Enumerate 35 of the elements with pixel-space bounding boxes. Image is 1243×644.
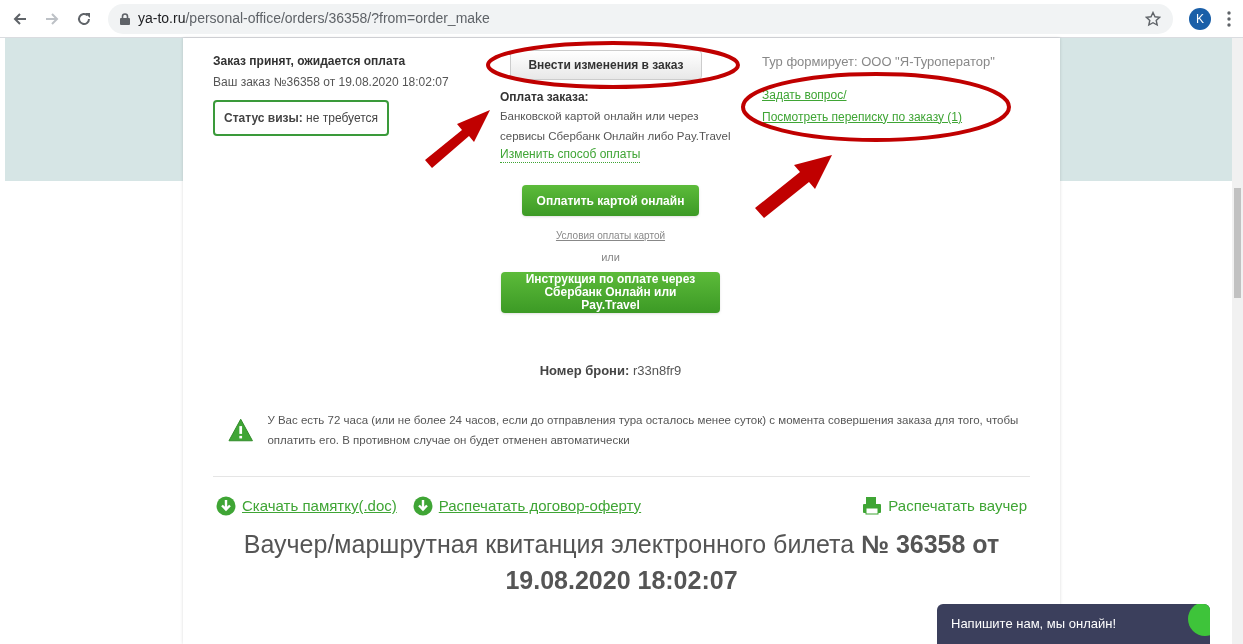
warning-icon: [228, 418, 254, 442]
or-text: или: [601, 250, 620, 265]
url-text: ya-to.ru/personal-office/orders/36358/?from=order_make: [138, 9, 490, 28]
voucher-title: Ваучер/маршрутная квитанция электронного билета № 36358 от 19.08.2020 18:02:07: [242, 528, 1001, 596]
order-status: Заказ принят, ожидается оплата: [213, 53, 407, 70]
pay-card-button[interactable]: Оплатить картой онлайн: [522, 185, 699, 216]
correspondence-link[interactable]: Задать вопрос/: [762, 85, 847, 104]
lock-icon: [120, 12, 130, 25]
tour-operator: Тур формирует: ООО "Я-Туроператор": [762, 53, 996, 71]
chat-label: Напишите нам, мы онлайн!: [951, 615, 1116, 634]
back-icon[interactable]: [12, 10, 28, 27]
change-payment-link[interactable]: Изменить способ оплаты: [500, 146, 641, 163]
document-link[interactable]: Распечатать договор-оферту: [412, 495, 642, 518]
profile-avatar[interactable]: K: [1189, 7, 1211, 30]
document-link[interactable]: Скачать памятку(.doc): [216, 495, 397, 518]
document-link[interactable]: Распечатать ваучер: [862, 495, 1027, 518]
visa-status-box: Статус визы: не требуется: [213, 100, 390, 136]
annotation-arrow: [425, 110, 490, 168]
order-number: Ваш заказ №36358 от 19.08.2020 18:02:07: [213, 74, 450, 91]
chat-widget[interactable]: Напишите нам, мы онлайн!: [937, 604, 1210, 644]
download-icon: [412, 496, 433, 517]
payment-heading: Оплата заказа:: [500, 89, 590, 106]
download-icon: [216, 496, 236, 517]
star-icon[interactable]: [1145, 10, 1161, 27]
address-bar[interactable]: ya-to.ru/personal-office/orders/36358/?from=order_make: [108, 3, 1173, 34]
sberbank-instructions-button[interactable]: Инструкция по оплате через Сбербанк Онлайн или Pay.Travel: [501, 271, 720, 313]
edit-order-button[interactable]: Внести изменения в заказ: [510, 50, 702, 80]
reload-icon[interactable]: [76, 10, 92, 27]
correspondence-link[interactable]: Посмотреть переписку по заказу (1): [762, 107, 963, 126]
menu-icon[interactable]: [1227, 10, 1231, 27]
card-terms-link[interactable]: Условия оплаты картой: [555, 228, 666, 243]
payment-description: Банковской картой онлайн или через сервисы Сбербанк Онлайн либо Pay.Travel: [500, 109, 732, 144]
booking-number: Номер брони: r33n8fr9: [539, 361, 682, 380]
payment-deadline-notice: У Вас есть 72 часа (или не более 24 часов, если до отправления тура осталось менее суток) с момента совершения заказа для того, чтобы оплатить его. В противном случае он будет отменен автоматически: [267, 413, 1020, 448]
printer-icon: [862, 496, 883, 517]
